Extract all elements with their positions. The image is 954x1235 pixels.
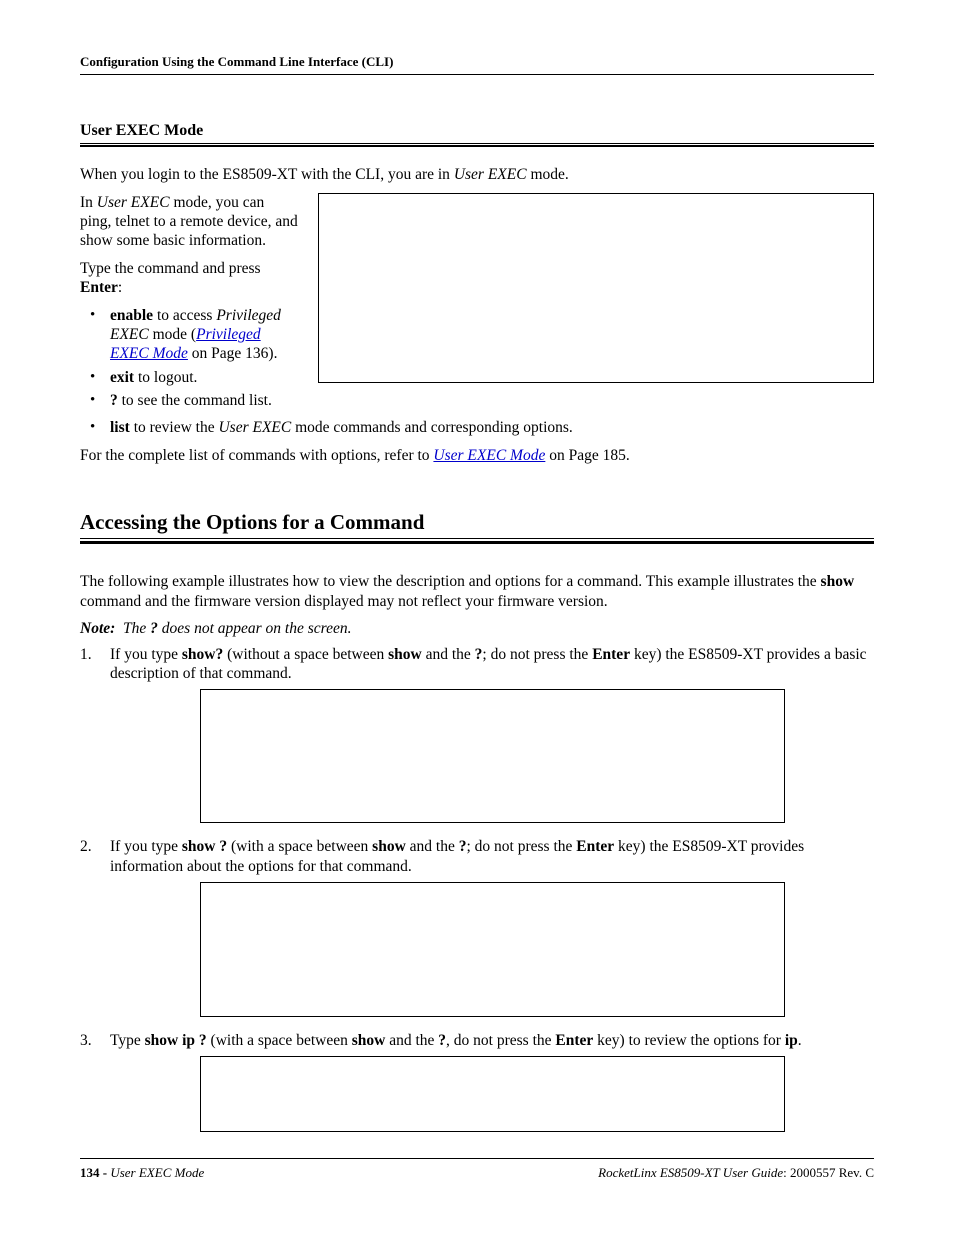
text: key) to review the options for — [593, 1032, 785, 1049]
footer-left: 134 - User EXEC Mode — [80, 1165, 204, 1181]
note-label: Note: — [80, 620, 115, 637]
list-item-enable: enable to access Privileged EXEC mode (P… — [110, 306, 298, 364]
text: mode ( — [149, 326, 196, 343]
ol-item-1: If you type show? (without a space betwe… — [110, 645, 874, 824]
text-bold: exit — [110, 369, 134, 386]
text: If you type — [110, 646, 182, 663]
text: mode. — [527, 166, 569, 183]
page-footer: 134 - User EXEC Mode RocketLinx ES8509-X… — [80, 1158, 874, 1181]
text: to review the — [130, 419, 219, 436]
text: ; do not press the — [466, 838, 576, 855]
para-complete-list: For the complete list of commands with o… — [80, 446, 874, 465]
para-type-command: Type the command and press Enter: — [80, 259, 298, 298]
figure-box-3 — [200, 882, 785, 1017]
footer-rule — [80, 1158, 874, 1159]
figure-box-4 — [200, 1056, 785, 1132]
text: . — [798, 1032, 802, 1049]
list-item-exit: exit to logout. — [110, 368, 298, 387]
text-bold: show ? — [182, 838, 227, 855]
text-bold: ? — [110, 392, 118, 409]
text: (with a space between — [227, 838, 372, 855]
link-user-exec-mode[interactable]: User EXEC Mode — [433, 447, 545, 464]
text-bold: show — [352, 1032, 386, 1049]
note: Note: The ? does not appear on the scree… — [80, 619, 874, 638]
text: , do not press the — [446, 1032, 555, 1049]
footer-section: User EXEC Mode — [110, 1165, 204, 1180]
rule-thin — [80, 538, 874, 539]
text: mode commands and corresponding options. — [291, 419, 573, 436]
text-italic: User EXEC — [454, 166, 527, 183]
running-header: Configuration Using the Command Line Int… — [80, 54, 874, 75]
list-item-question: ? to see the command list. — [110, 391, 298, 410]
text: to access — [153, 307, 216, 324]
text: Type — [110, 1032, 145, 1049]
footer-rev: : 2000557 Rev. C — [783, 1165, 874, 1180]
text-italic: User EXEC — [97, 194, 170, 211]
text: command and the firmware version display… — [80, 593, 608, 610]
text-bold: show — [388, 646, 422, 663]
text-bold: Enter — [80, 279, 118, 296]
footer-right: RocketLinx ES8509-XT User Guide: 2000557… — [598, 1165, 874, 1181]
text: to see the command list. — [118, 392, 272, 409]
text-bold: Enter — [592, 646, 630, 663]
rule-thick — [80, 541, 874, 544]
text: (without a space between — [223, 646, 388, 663]
text-italic: The — [123, 620, 150, 637]
ol-item-2: If you type show ? (with a space between… — [110, 837, 874, 1017]
text: on Page 136). — [188, 345, 278, 362]
text-italic: does not appear on the screen. — [158, 620, 352, 637]
rule-thin — [80, 143, 874, 144]
para-login: When you login to the ES8509-XT with the… — [80, 165, 874, 184]
text: (with a space between — [207, 1032, 352, 1049]
text: and the — [406, 838, 459, 855]
figure-box-2 — [200, 689, 785, 823]
para-user-exec-desc: In User EXEC mode, you can ping, telnet … — [80, 193, 298, 251]
ol-item-3: Type show ip ? (with a space between sho… — [110, 1031, 874, 1132]
text: : — [118, 279, 122, 296]
text-italic: User EXEC — [218, 419, 291, 436]
text: and the — [422, 646, 475, 663]
text-bold: enable — [110, 307, 153, 324]
text: on Page 185. — [545, 447, 629, 464]
text: and the — [385, 1032, 438, 1049]
section-title-accessing-options: Accessing the Options for a Command — [80, 509, 874, 536]
text: Type the command and press — [80, 260, 261, 277]
rule-thick — [80, 145, 874, 147]
text-bolditalic: ? — [150, 620, 158, 637]
text: ; do not press the — [482, 646, 592, 663]
text-bold: list — [110, 419, 130, 436]
text: to logout. — [134, 369, 197, 386]
figure-box-1 — [318, 193, 874, 383]
text: The following example illustrates how to… — [80, 573, 821, 590]
page-number: 134 - — [80, 1165, 110, 1180]
text-bold: Enter — [555, 1032, 593, 1049]
text-bold: show? — [182, 646, 223, 663]
text-bold: ? — [438, 1032, 446, 1049]
para-example-intro: The following example illustrates how to… — [80, 572, 874, 611]
text-bold: show — [821, 573, 855, 590]
section-title-user-exec: User EXEC Mode — [80, 121, 874, 142]
text-bold: ip — [785, 1032, 798, 1049]
text: In — [80, 194, 97, 211]
text-bold: show ip ? — [145, 1032, 207, 1049]
list-item-list: list to review the User EXEC mode comman… — [110, 418, 874, 437]
text: For the complete list of commands with o… — [80, 447, 433, 464]
text: If you type — [110, 838, 182, 855]
text: When you login to the ES8509-XT with the… — [80, 166, 454, 183]
text-bold: Enter — [576, 838, 614, 855]
text-bold: show — [372, 838, 406, 855]
footer-guide-title: RocketLinx ES8509-XT User Guide — [598, 1165, 783, 1180]
